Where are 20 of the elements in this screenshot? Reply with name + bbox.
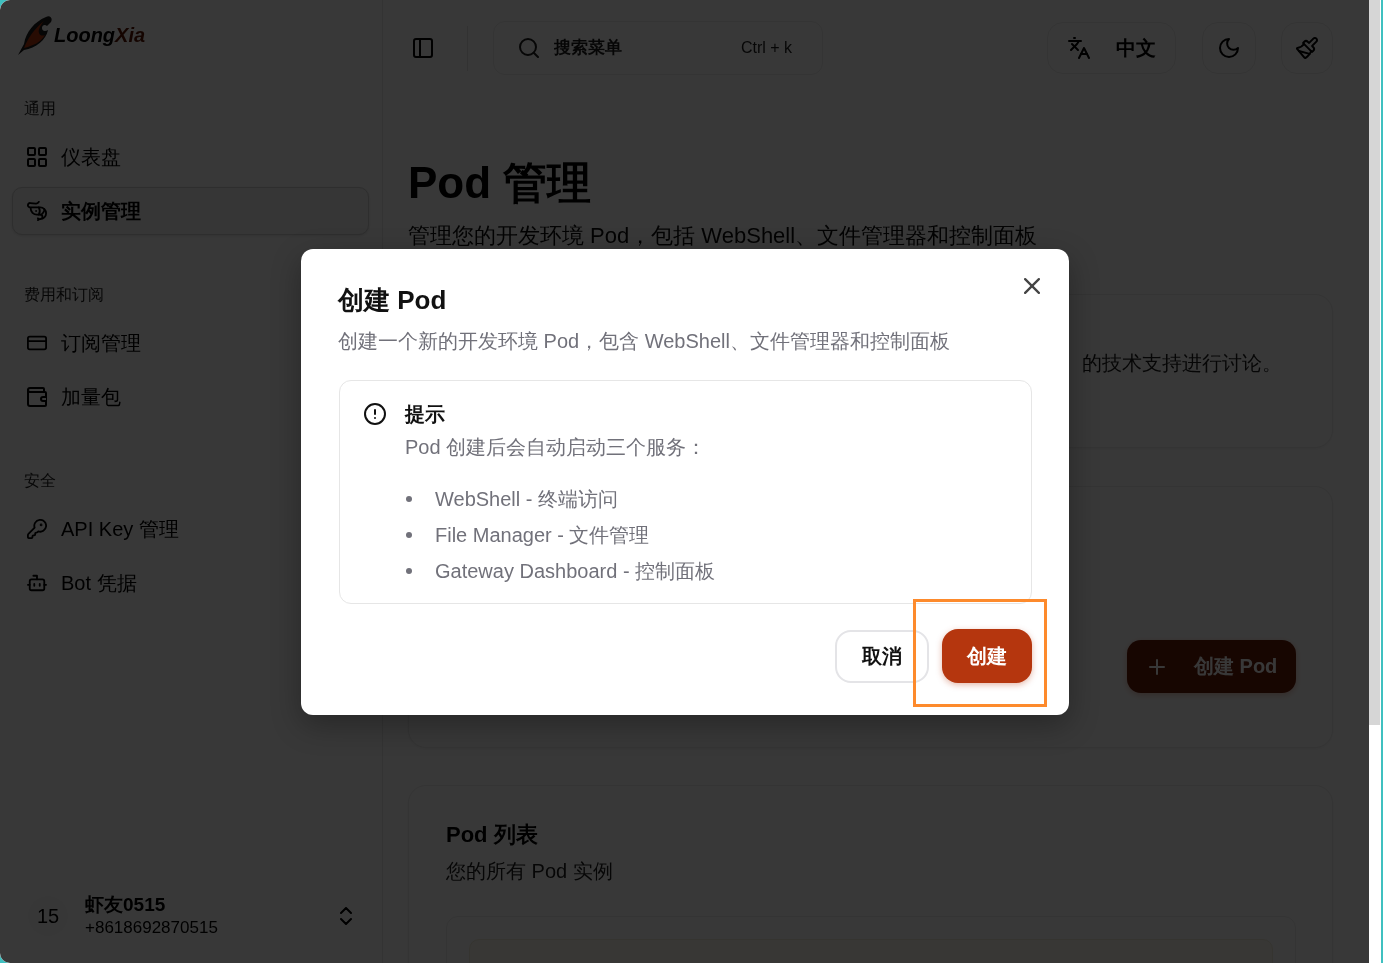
cancel-button[interactable]: 取消 bbox=[835, 629, 929, 683]
tip-text: Pod 创建后会自动启动三个服务： bbox=[405, 435, 707, 460]
tip-title: 提示 bbox=[405, 402, 445, 427]
user-phone: +8618692870515 bbox=[85, 917, 218, 939]
scrollbar-thumb[interactable] bbox=[1369, 0, 1380, 725]
card-title: Pod 列表 bbox=[446, 821, 538, 849]
list-item-text: File Manager - 文件管理 bbox=[435, 523, 650, 548]
list-item-text: Gateway Dashboard - 控制面板 bbox=[435, 559, 716, 584]
logo-wordmark: LoongXia bbox=[54, 23, 146, 47]
bullet-icon bbox=[406, 532, 412, 538]
confirm-button[interactable]: 创建 bbox=[942, 629, 1032, 683]
user-name: 虾友0515 bbox=[85, 893, 167, 917]
dialog-title: 创建 Pod bbox=[338, 284, 447, 317]
bullet-icon bbox=[406, 568, 412, 574]
bullet-icon bbox=[406, 496, 412, 502]
list-item-text: WebShell - 终端访问 bbox=[435, 487, 618, 512]
alert-icon bbox=[364, 403, 386, 425]
dialog-description: 创建一个新的开发环境 Pod，包含 WebShell、文件管理器和控制面板 bbox=[338, 329, 950, 354]
close-icon bbox=[1024, 278, 1040, 294]
page-title: Pod 管理 bbox=[408, 157, 592, 209]
